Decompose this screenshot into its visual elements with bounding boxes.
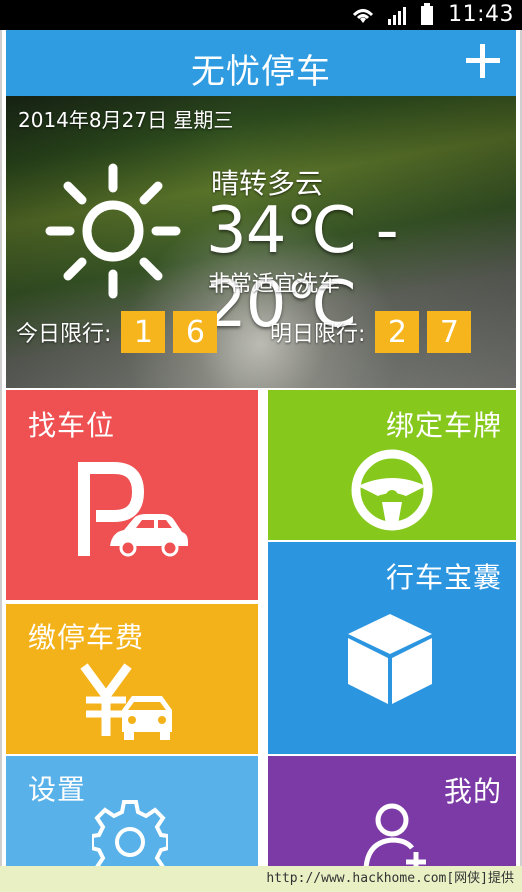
- user-add-icon: [363, 803, 426, 866]
- profile-tile[interactable]: 我的: [268, 756, 516, 866]
- tomorrow-restriction-number: 2: [375, 311, 420, 353]
- wifi-icon: [352, 9, 374, 23]
- signal-icon: [388, 7, 406, 25]
- cube-icon: [348, 614, 432, 704]
- gear-icon: [92, 800, 168, 866]
- tomorrow-restriction-number: 7: [427, 311, 472, 353]
- pay-fee-tile[interactable]: 缴停车费: [6, 604, 258, 754]
- find-parking-label: 找车位: [28, 409, 116, 442]
- profile-label: 我的: [443, 775, 502, 808]
- app-title: 无忧停车: [191, 52, 331, 92]
- steering-wheel-icon: [351, 449, 433, 531]
- plus-icon[interactable]: [464, 42, 500, 78]
- battery-icon: [421, 3, 433, 25]
- find-parking-tile[interactable]: 找车位: [6, 390, 258, 600]
- today-restriction-label: 今日限行:: [16, 322, 112, 347]
- pay-fee-label: 缴停车费: [28, 621, 145, 654]
- driving-kit-tile[interactable]: 行车宝囊: [268, 542, 516, 754]
- today-restriction: 今日限行: 1 6: [16, 311, 225, 353]
- clock: 11:43: [448, 2, 514, 27]
- car-wash-tip: 非常适宜洗车: [208, 272, 341, 297]
- date-text: 2014年8月27日 星期三: [18, 108, 234, 132]
- today-restriction-number: 6: [173, 311, 218, 353]
- yuan-car-icon: [80, 663, 172, 740]
- sun-icon: [45, 163, 181, 299]
- bind-plate-tile[interactable]: 绑定车牌: [268, 390, 516, 540]
- weather-panel: 2014年8月27日 星期三 晴转多云 34℃ - 20℃ 非常适宜洗车 今日限…: [6, 96, 516, 388]
- status-bar: 11:43: [0, 0, 522, 30]
- watermark-footer: http://www.hackhome.com[网侠]提供: [0, 866, 522, 892]
- bind-plate-label: 绑定车牌: [385, 409, 502, 442]
- title-bar: 无忧停车: [6, 30, 516, 96]
- parking-car-icon: [78, 462, 188, 557]
- tomorrow-restriction-label: 明日限行:: [270, 322, 366, 347]
- settings-label: 设置: [28, 773, 87, 806]
- today-restriction-number: 1: [121, 311, 166, 353]
- status-icons: [350, 3, 434, 25]
- driving-kit-label: 行车宝囊: [385, 561, 502, 594]
- tomorrow-restriction: 明日限行: 2 7: [270, 311, 479, 353]
- settings-tile[interactable]: 设置: [6, 756, 258, 866]
